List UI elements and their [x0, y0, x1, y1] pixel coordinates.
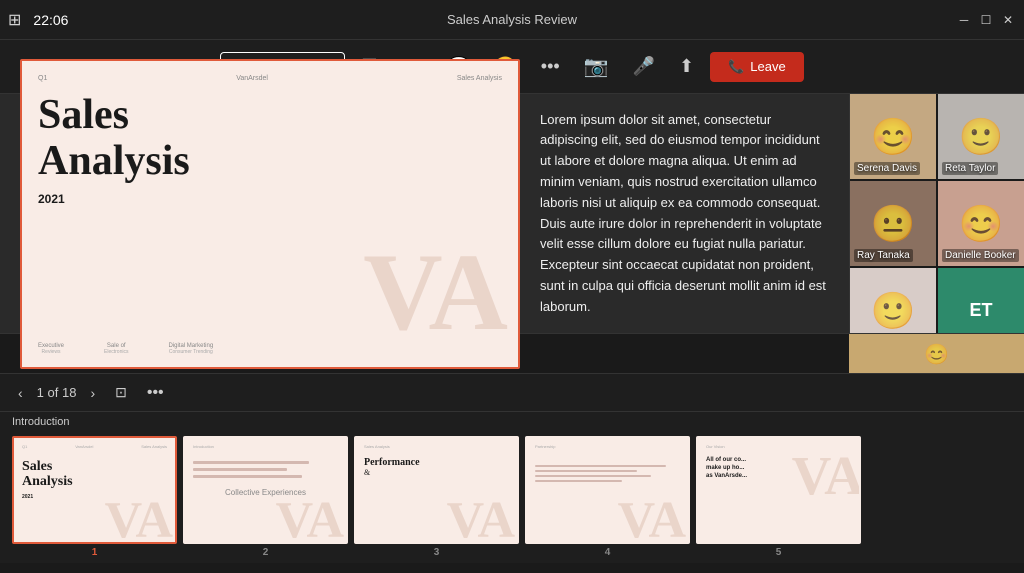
window-title: Sales Analysis Review: [447, 12, 577, 27]
participant-name-danielle: Danielle Booker: [942, 249, 1019, 262]
participant-name-ray: Ray Tanaka: [854, 249, 913, 262]
participant-cell-ray: 😐 Ray Tanaka: [850, 181, 936, 266]
slide-brand-row: Q1 VanArsdel Sales Analysis: [38, 75, 502, 82]
phone-icon: 📞: [728, 59, 744, 75]
title-bar: ⊞ 22:06 Sales Analysis Review ─ ☐ ✕: [0, 0, 1024, 40]
next-slide-button[interactable]: ›: [84, 381, 101, 405]
slide-notes: Lorem ipsum dolor sit amet, consectetur …: [540, 110, 829, 318]
slide-footer: ExecutiveReviews Sale ofElectronics Digi…: [38, 343, 213, 355]
thumbnail-4[interactable]: Partnership VA 4: [525, 436, 690, 558]
camera-button[interactable]: 📷: [576, 48, 617, 85]
close-button[interactable]: ✕: [1000, 13, 1016, 27]
thumb2-lines: [193, 461, 338, 482]
thumb-number-5: 5: [776, 547, 782, 558]
thumb2-watermark: VA: [276, 495, 344, 544]
thumb-frame-2: Introduction Collective Experiences VA: [183, 436, 348, 544]
thumb1-watermark: VA: [105, 495, 173, 544]
section-label: Introduction: [0, 412, 1024, 432]
participant-cell-serena: 😊 Serena Davis: [850, 94, 936, 179]
participant-cell-eva: ET Eva Terrazas: [938, 268, 1024, 333]
leave-label: Leave: [750, 59, 785, 74]
thumbnail-5[interactable]: Our Vision All of our co...make up ho...…: [696, 436, 861, 558]
slide-label-header: Sales Analysis: [457, 75, 502, 82]
participant-photo-pete: 🙂: [850, 268, 936, 333]
slide-q: Q1: [38, 75, 47, 82]
participant-name-reta: Reta Taylor: [942, 162, 998, 175]
slide-area: Q1 VanArsdel Sales Analysis Sales Analys…: [0, 94, 849, 333]
thumb3-watermark: VA: [447, 495, 515, 544]
participant-row-3: 🙂 Pete Turner ET Eva Terrazas: [850, 268, 1024, 333]
thumb4-watermark: VA: [618, 495, 686, 544]
slide-year: 2021: [38, 192, 502, 206]
prev-slide-button[interactable]: ‹: [12, 381, 29, 405]
footer-item-2: Sale ofElectronics: [104, 343, 128, 355]
slide-more-button[interactable]: •••: [141, 380, 170, 406]
time-display: 22:06: [33, 12, 68, 28]
thumb2-brand: Introduction: [193, 444, 338, 449]
thumb-frame-4: Partnership VA: [525, 436, 690, 544]
participant-cell-danielle: 😊 Danielle Booker: [938, 181, 1024, 266]
participant-cell-pete: 🙂 Pete Turner: [850, 268, 936, 333]
thumb-frame-1: Q1VanArsdelSales Analysis SalesAnalysis …: [12, 436, 177, 544]
thumb3-title: Performance: [364, 457, 509, 468]
bottom-section: ‹ 1 of 18 › ⊡ ••• Introduction Q1VanArsd…: [0, 373, 1024, 563]
participants-panel: 😊 Serena Davis 🙂 Reta Taylor 😐 Ray Tanak…: [849, 94, 1024, 333]
titlebar-left: ⊞ 22:06: [8, 10, 68, 30]
main-content: Q1 VanArsdel Sales Analysis Sales Analys…: [0, 94, 1024, 333]
maximize-button[interactable]: ☐: [978, 13, 994, 27]
thumbnail-2[interactable]: Introduction Collective Experiences VA 2: [183, 436, 348, 558]
thumbnail-1[interactable]: Q1VanArsdelSales Analysis SalesAnalysis …: [12, 436, 177, 558]
slide-title: Sales Analysis: [38, 92, 502, 184]
slide-counter: 1 of 18: [37, 385, 77, 400]
participant-name-serena: Serena Davis: [854, 162, 920, 175]
fit-window-button[interactable]: ⊡: [109, 380, 133, 405]
slide-controls: ‹ 1 of 18 › ⊡ •••: [0, 374, 1024, 412]
thumb1-brand: Q1VanArsdelSales Analysis: [22, 444, 167, 449]
footer-item-3: Digital MarketingConsumer Trending: [168, 343, 213, 355]
thumb-frame-5: Our Vision All of our co...make up ho...…: [696, 436, 861, 544]
thumb5-watermark: VA: [792, 448, 861, 503]
slide-frame[interactable]: Q1 VanArsdel Sales Analysis Sales Analys…: [20, 59, 520, 369]
mic-button[interactable]: 🎤: [625, 50, 663, 83]
participant-avatar-eva: ET: [938, 268, 1024, 333]
thumb4-brand: Partnership: [535, 444, 680, 449]
share-button[interactable]: ⬆: [671, 50, 702, 83]
more-options-button[interactable]: •••: [533, 50, 568, 83]
participant-row-1: 😊 Serena Davis 🙂 Reta Taylor: [850, 94, 1024, 179]
thumbnails-strip: Q1VanArsdelSales Analysis SalesAnalysis …: [0, 432, 1024, 570]
participant-cell-reta: 🙂 Reta Taylor: [938, 94, 1024, 179]
thumb-number-3: 3: [434, 547, 440, 558]
window-controls: ─ ☐ ✕: [956, 13, 1016, 27]
grid-icon: ⊞: [8, 10, 21, 30]
bottom-participant-video: 😊: [849, 334, 1024, 373]
thumb-number-4: 4: [605, 547, 611, 558]
slide-watermark: VA: [363, 237, 508, 347]
thumb3-subtitle: &: [364, 468, 509, 477]
thumb3-brand: Sales Analysis: [364, 444, 509, 449]
thumbnail-3[interactable]: Sales Analysis Performance & VA 3: [354, 436, 519, 558]
thumb4-lines: [535, 465, 680, 485]
leave-button[interactable]: 📞 Leave: [710, 52, 804, 82]
minimize-button[interactable]: ─: [956, 13, 972, 27]
thumb-frame-3: Sales Analysis Performance & VA: [354, 436, 519, 544]
participant-row-2: 😐 Ray Tanaka 😊 Danielle Booker: [850, 181, 1024, 266]
thumb1-title: SalesAnalysis: [22, 459, 167, 490]
bottom-participant-photo: 😊: [849, 334, 1024, 373]
thumb-number-1: 1: [92, 547, 98, 558]
thumb-number-2: 2: [263, 547, 269, 558]
slide-brand: VanArsdel: [236, 75, 268, 82]
footer-item-1: ExecutiveReviews: [38, 343, 64, 355]
